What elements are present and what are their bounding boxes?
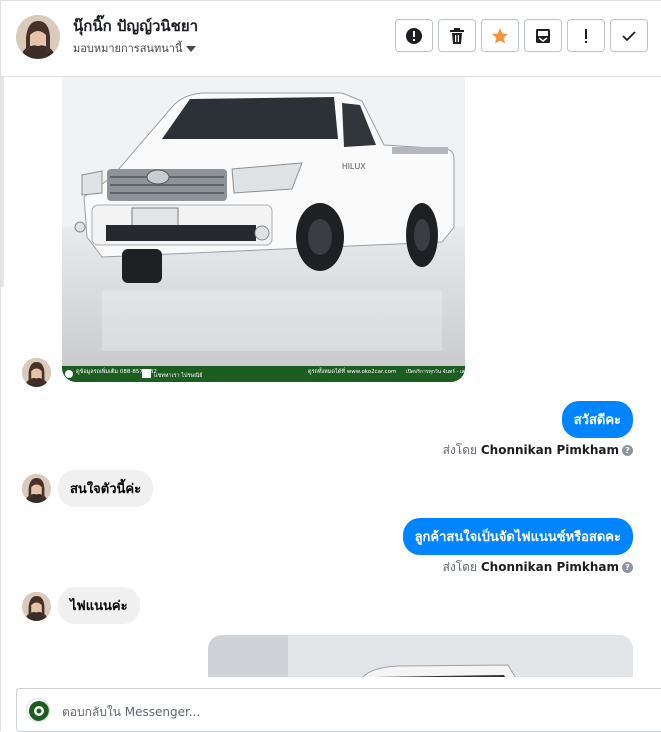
contact-avatar-small[interactable] bbox=[22, 474, 51, 503]
star-button[interactable] bbox=[481, 19, 519, 52]
alert-circle-icon bbox=[406, 27, 422, 44]
reply-composer[interactable]: ตอบกลับใน Messenger... bbox=[16, 688, 661, 732]
footer-website-text: ดูรถทั้งหมดได้ที่ www.oko2car.com bbox=[308, 367, 396, 375]
conversation-header: นุ๊กนิ๊ก ปัญญ์วนิชยา มอบหมายการสนทนานี้ bbox=[1, 1, 661, 77]
help-icon[interactable]: ? bbox=[622, 445, 633, 456]
outgoing-message[interactable]: ลูกค้าสนใจเป็นจัดไฟแนนซ์หรือสดคะ bbox=[402, 518, 633, 555]
incoming-message[interactable]: สนใจตัวนี้ค่ะ bbox=[58, 470, 154, 507]
reply-input-placeholder[interactable]: ตอบกลับใน Messenger... bbox=[62, 703, 200, 722]
footer-hours-text: เปิดบริการทุกวัน จันทร์ - เสาร์ 08.00 - … bbox=[406, 368, 465, 375]
move-button[interactable] bbox=[524, 19, 562, 52]
car-badge-text: HILUX bbox=[342, 162, 366, 171]
message-thread: HILUX ดูข้อมูลรถเพิ่มเติม 088-8577832 แช… bbox=[1, 77, 661, 677]
contact-avatar-small[interactable] bbox=[22, 592, 51, 621]
sender-name: Chonnikan Pimkham bbox=[480, 560, 619, 574]
contact-name[interactable]: นุ๊กนิ๊ก ปัญญ์วนิชยา bbox=[73, 14, 198, 38]
assign-conversation-dropdown[interactable]: มอบหมายการสนทนานี้ bbox=[73, 39, 197, 57]
sent-by-label: ส่งโดย Chonnikan Pimkham? bbox=[443, 558, 633, 577]
outgoing-message[interactable]: สวัสดีคะ bbox=[561, 401, 633, 438]
trash-icon bbox=[450, 27, 464, 44]
footer-chat-text: แชทหาเรา ไปรษณีย์ bbox=[154, 372, 202, 379]
white-pickup-truck-image: HILUX ดูข้อมูลรถเพิ่มเติม 088-8577832 แช… bbox=[62, 77, 465, 382]
mark-spam-button[interactable] bbox=[395, 19, 433, 52]
mark-done-button[interactable] bbox=[610, 19, 648, 52]
incoming-message[interactable]: ไฟแนนค่ะ bbox=[58, 587, 140, 624]
help-icon[interactable]: ? bbox=[622, 562, 633, 573]
sent-by-prefix: ส่งโดย bbox=[442, 443, 478, 457]
contact-avatar[interactable] bbox=[16, 15, 60, 59]
star-icon bbox=[492, 27, 508, 43]
exclamation-icon bbox=[585, 28, 587, 43]
checkmark-icon bbox=[622, 30, 636, 41]
sent-by-label: ส่งโดย Chonnikan Pimkham? bbox=[443, 441, 633, 460]
truck-image-partial bbox=[208, 635, 633, 677]
sent-by-prefix: ส่งโดย bbox=[442, 560, 478, 574]
assign-label: มอบหมายการสนทนานี้ bbox=[73, 42, 183, 55]
conversation-toolbar bbox=[395, 19, 648, 52]
messenger-conversation-panel: นุ๊กนิ๊ก ปัญญ์วนิชยา มอบหมายการสนทนานี้ bbox=[0, 0, 661, 732]
caret-down-icon bbox=[186, 46, 197, 52]
page-logo-icon bbox=[26, 698, 50, 722]
car-photo-attachment-partial[interactable] bbox=[208, 635, 633, 677]
contact-avatar-small[interactable] bbox=[22, 358, 51, 387]
archive-box-icon bbox=[536, 28, 550, 43]
delete-button[interactable] bbox=[438, 19, 476, 52]
sender-name: Chonnikan Pimkham bbox=[480, 443, 619, 457]
car-photo-attachment[interactable]: HILUX ดูข้อมูลรถเพิ่มเติม 088-8577832 แช… bbox=[62, 77, 465, 382]
mark-follow-up-button[interactable] bbox=[567, 19, 605, 52]
